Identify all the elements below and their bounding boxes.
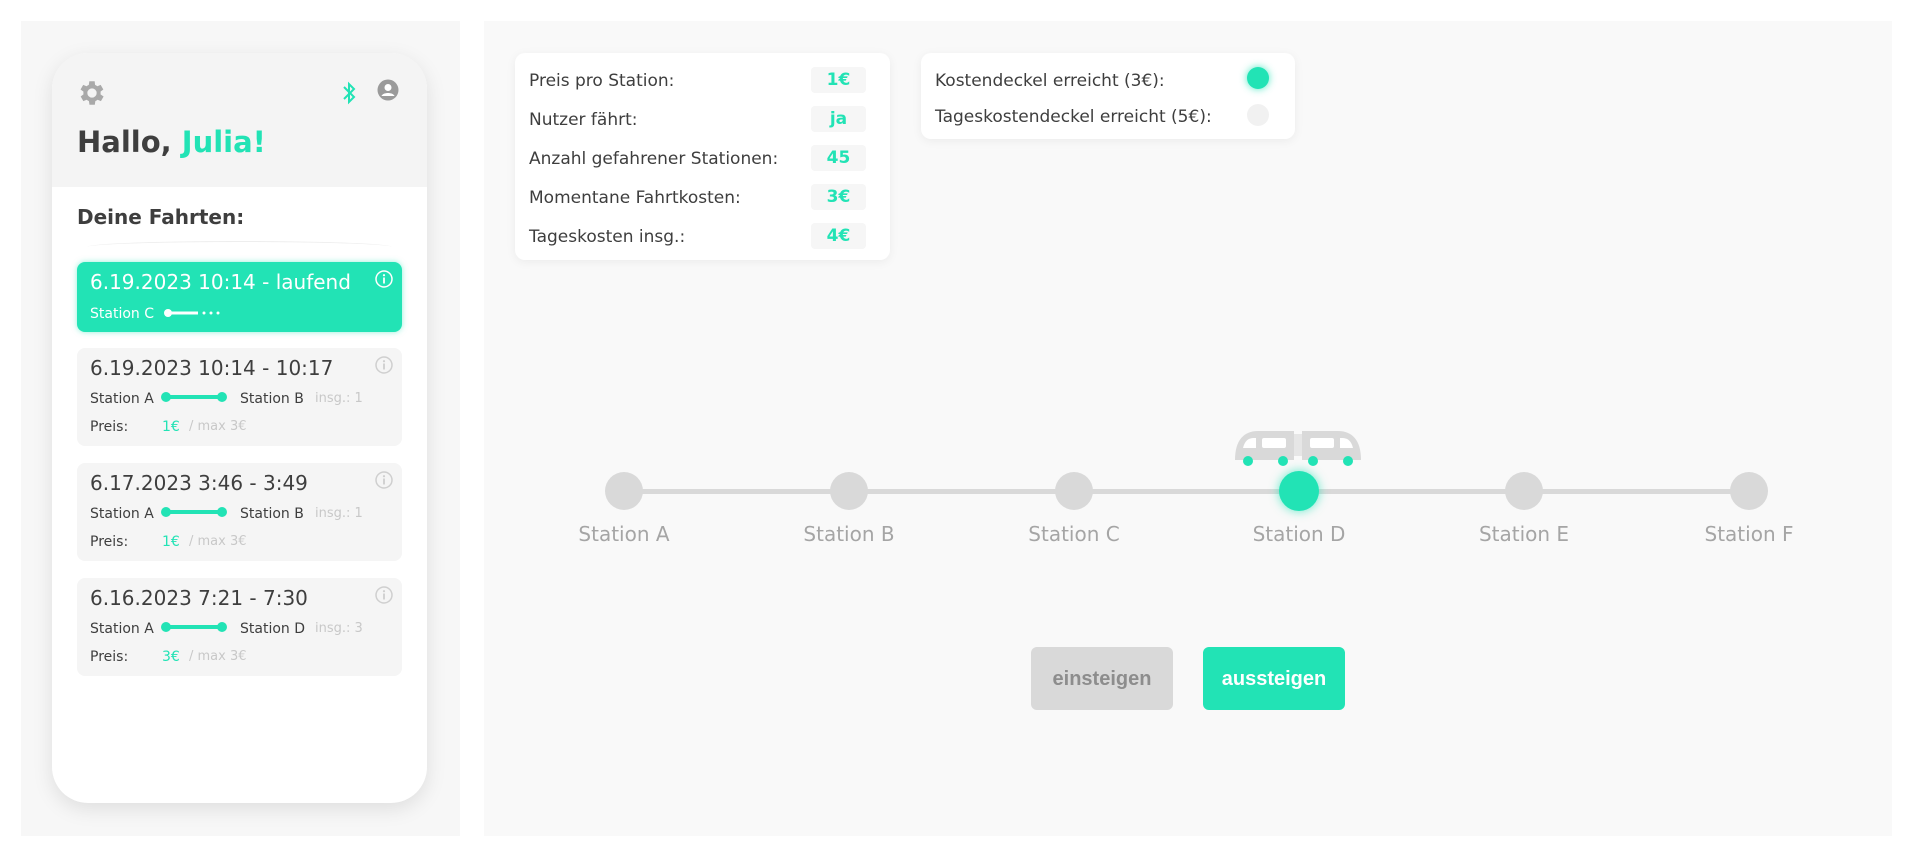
station-dot-current[interactable]	[1279, 471, 1319, 511]
ride-to: Station B	[240, 506, 304, 522]
stat-label: Momentane Fahrtkosten:	[529, 188, 741, 208]
station-label: Station A	[578, 522, 670, 546]
ride-card[interactable]: 6.16.2023 7:21 - 7:30 Station A Station …	[77, 578, 402, 676]
ride-count: insg.: 1	[315, 506, 363, 521]
price-value: 1€	[162, 419, 180, 435]
divider	[87, 241, 392, 254]
stat-label: Preis pro Station:	[529, 71, 675, 91]
station-label: Station F	[1704, 522, 1794, 546]
caps-card: Kostendeckel erreicht (3€): Tageskostend…	[921, 53, 1295, 139]
greeting-text: Hallo,	[77, 125, 172, 159]
ride-count: insg.: 1	[315, 391, 363, 406]
rides-title: Deine Fahrten:	[77, 205, 245, 229]
station-label: Station B	[803, 522, 895, 546]
greeting: Hallo, Julia!	[77, 125, 266, 159]
route-end-dot	[217, 392, 227, 402]
info-icon[interactable]	[375, 270, 393, 288]
stat-label: Tageskosten insg.:	[529, 227, 686, 247]
route-line	[165, 395, 221, 399]
ride-count: insg.: 3	[315, 621, 363, 636]
price-label: Preis:	[90, 649, 129, 665]
price-max: / max 3€	[189, 419, 247, 434]
bluetooth-icon[interactable]	[342, 79, 356, 107]
phone-mockup: Hallo, Julia! Deine Fahrten: 6.19.2023 1…	[52, 53, 427, 803]
info-icon[interactable]	[375, 586, 393, 604]
user-name: Julia!	[181, 125, 266, 159]
route-end-dot	[217, 507, 227, 517]
price-label: Preis:	[90, 534, 129, 550]
cap-label: Kostendeckel erreicht (3€):	[935, 71, 1165, 91]
board-button[interactable]: einsteigen	[1031, 647, 1173, 710]
ride-station: Station C	[90, 306, 154, 322]
user-icon[interactable]	[377, 79, 399, 101]
ride-from: Station A	[90, 621, 154, 637]
stat-value: ja	[811, 106, 866, 132]
station-label: Station D	[1252, 522, 1346, 546]
ride-to: Station B	[240, 391, 304, 407]
station-dot[interactable]	[605, 472, 643, 510]
cap-label: Tageskostendeckel erreicht (5€):	[935, 107, 1212, 127]
cap-indicator-off	[1247, 104, 1269, 126]
stat-label: Anzahl gefahrener Stationen:	[529, 149, 779, 169]
station-dot[interactable]	[1505, 472, 1543, 510]
price-max: / max 3€	[189, 534, 247, 549]
station-dot[interactable]	[1730, 472, 1768, 510]
stats-card: Preis pro Station: 1€ Nutzer fährt: ja A…	[515, 53, 890, 260]
stat-label: Nutzer fährt:	[529, 110, 638, 130]
ride-title: 6.19.2023 10:14 - laufend	[90, 270, 351, 294]
gear-icon[interactable]	[76, 77, 108, 109]
price-label: Preis:	[90, 419, 129, 435]
route-line	[165, 625, 221, 629]
ride-card[interactable]: 6.19.2023 10:14 - 10:17 Station A Statio…	[77, 348, 402, 446]
ride-to: Station D	[240, 621, 306, 637]
station-dot[interactable]	[830, 472, 868, 510]
route-start-dot	[161, 392, 171, 402]
route-line	[165, 510, 221, 514]
route-start-dot	[161, 507, 171, 517]
ride-title: 6.17.2023 3:46 - 3:49	[90, 471, 308, 495]
ride-card[interactable]: 6.17.2023 3:46 - 3:49 Station A Station …	[77, 463, 402, 561]
route-end-dot	[217, 622, 227, 632]
progress-line-icon	[164, 309, 220, 317]
ride-title: 6.19.2023 10:14 - 10:17	[90, 356, 334, 380]
alight-button[interactable]: aussteigen	[1203, 647, 1345, 710]
station-label: Station C	[1028, 522, 1120, 546]
stat-value: 45	[811, 145, 866, 171]
phone-header	[52, 53, 427, 187]
train-icon	[1235, 431, 1361, 466]
stat-value: 3€	[811, 184, 866, 210]
ride-from: Station A	[90, 391, 154, 407]
rail-track	[624, 489, 1750, 494]
stat-value: 4€	[811, 223, 866, 249]
ride-from: Station A	[90, 506, 154, 522]
price-max: / max 3€	[189, 649, 247, 664]
ride-title: 6.16.2023 7:21 - 7:30	[90, 586, 308, 610]
info-icon[interactable]	[375, 471, 393, 489]
stat-value: 1€	[811, 67, 866, 93]
price-value: 1€	[162, 534, 180, 550]
station-dot[interactable]	[1055, 472, 1093, 510]
route-start-dot	[161, 622, 171, 632]
station-label: Station E	[1478, 522, 1570, 546]
info-icon[interactable]	[375, 356, 393, 374]
price-value: 3€	[162, 649, 180, 665]
ride-card-active[interactable]: 6.19.2023 10:14 - laufend Station C	[77, 262, 402, 332]
cap-indicator-on	[1247, 67, 1269, 89]
